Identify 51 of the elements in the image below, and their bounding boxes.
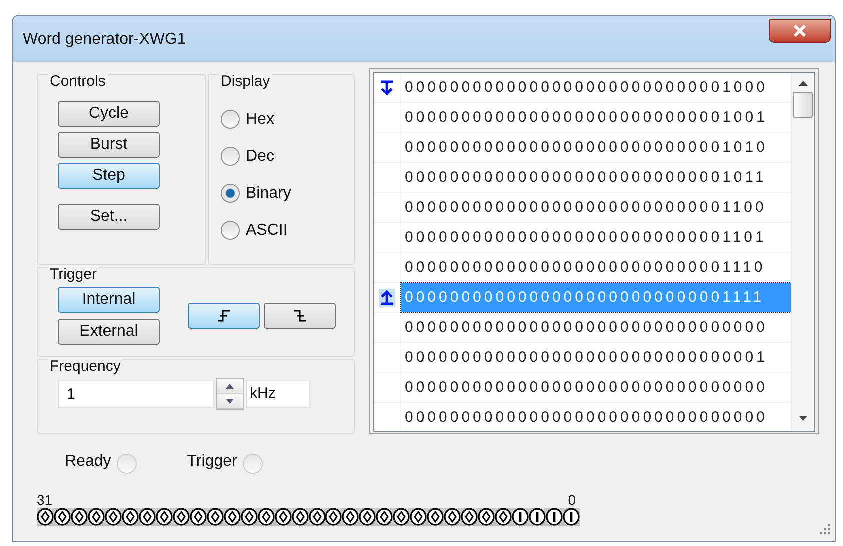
word-row[interactable]: 00000000000000000000000000001010 xyxy=(401,133,791,162)
word-row[interactable]: 00000000000000000000000000000001 xyxy=(401,343,791,372)
falling-edge-button[interactable] xyxy=(264,302,336,329)
control-button[interactable]: Step xyxy=(58,163,160,189)
word-row[interactable]: 00000000000000000000000000000000 xyxy=(401,313,791,342)
frequency-input[interactable]: 1 xyxy=(58,380,214,408)
trigger-source-button[interactable]: Internal xyxy=(58,286,160,313)
scroll-thumb[interactable] xyxy=(793,92,813,118)
bit-index-label: 0 xyxy=(568,492,576,508)
bit-index-label: 31 xyxy=(37,492,53,508)
trigger-source-button[interactable]: External xyxy=(58,318,160,345)
indicator-label: Ready xyxy=(65,453,112,471)
falling-edge-icon xyxy=(293,310,307,322)
radio-button[interactable] xyxy=(221,184,240,203)
control-button[interactable]: Burst xyxy=(58,132,160,158)
group-label: Trigger xyxy=(48,266,99,283)
radio-label: Binary xyxy=(246,184,292,202)
rising-edge-button[interactable] xyxy=(188,302,260,329)
word-row[interactable]: 00000000000000000000000000001101 xyxy=(401,223,791,252)
spin-control[interactable] xyxy=(216,378,244,410)
indicator-label: Trigger xyxy=(187,453,238,471)
radio-button[interactable] xyxy=(221,110,240,129)
end-marker-icon xyxy=(379,288,395,306)
word-row[interactable]: 00000000000000000000000000001100 xyxy=(401,193,791,222)
scroll-up-icon[interactable] xyxy=(798,81,808,86)
word-row[interactable]: 00000000000000000000000000000000 xyxy=(401,373,791,402)
radio-label: ASCII xyxy=(246,222,288,240)
window-title: Word generator-XWG1 xyxy=(23,31,186,49)
start-marker-icon xyxy=(379,80,395,96)
word-row[interactable]: 00000000000000000000000000001001 xyxy=(401,103,791,132)
radio-label: Hex xyxy=(246,110,274,128)
group-label: Frequency xyxy=(48,358,123,376)
close-icon xyxy=(793,25,807,37)
spin-down-icon[interactable] xyxy=(217,394,243,410)
radio-label: Dec xyxy=(246,148,274,166)
word-row[interactable]: 00000000000000000000000000001000 xyxy=(401,73,791,102)
rising-edge-icon xyxy=(217,310,231,322)
word-row[interactable]: 00000000000000000000000000001110 xyxy=(401,253,791,282)
scroll-down-icon[interactable] xyxy=(798,416,808,421)
word-row[interactable]: 00000000000000000000000000000000 xyxy=(401,403,791,431)
resize-grip-icon[interactable] xyxy=(817,522,831,536)
group-label: Display xyxy=(219,73,272,90)
spin-up-icon[interactable] xyxy=(217,379,243,394)
unit-field[interactable]: kHz xyxy=(246,380,310,408)
radio-button[interactable] xyxy=(221,221,240,240)
control-button[interactable]: Set... xyxy=(58,204,160,230)
radio-button[interactable] xyxy=(221,147,240,166)
control-button[interactable]: Cycle xyxy=(58,101,160,127)
close-button[interactable] xyxy=(769,19,831,43)
word-row[interactable]: 00000000000000000000000000001011 xyxy=(401,163,791,192)
scrollbar[interactable] xyxy=(791,73,814,431)
